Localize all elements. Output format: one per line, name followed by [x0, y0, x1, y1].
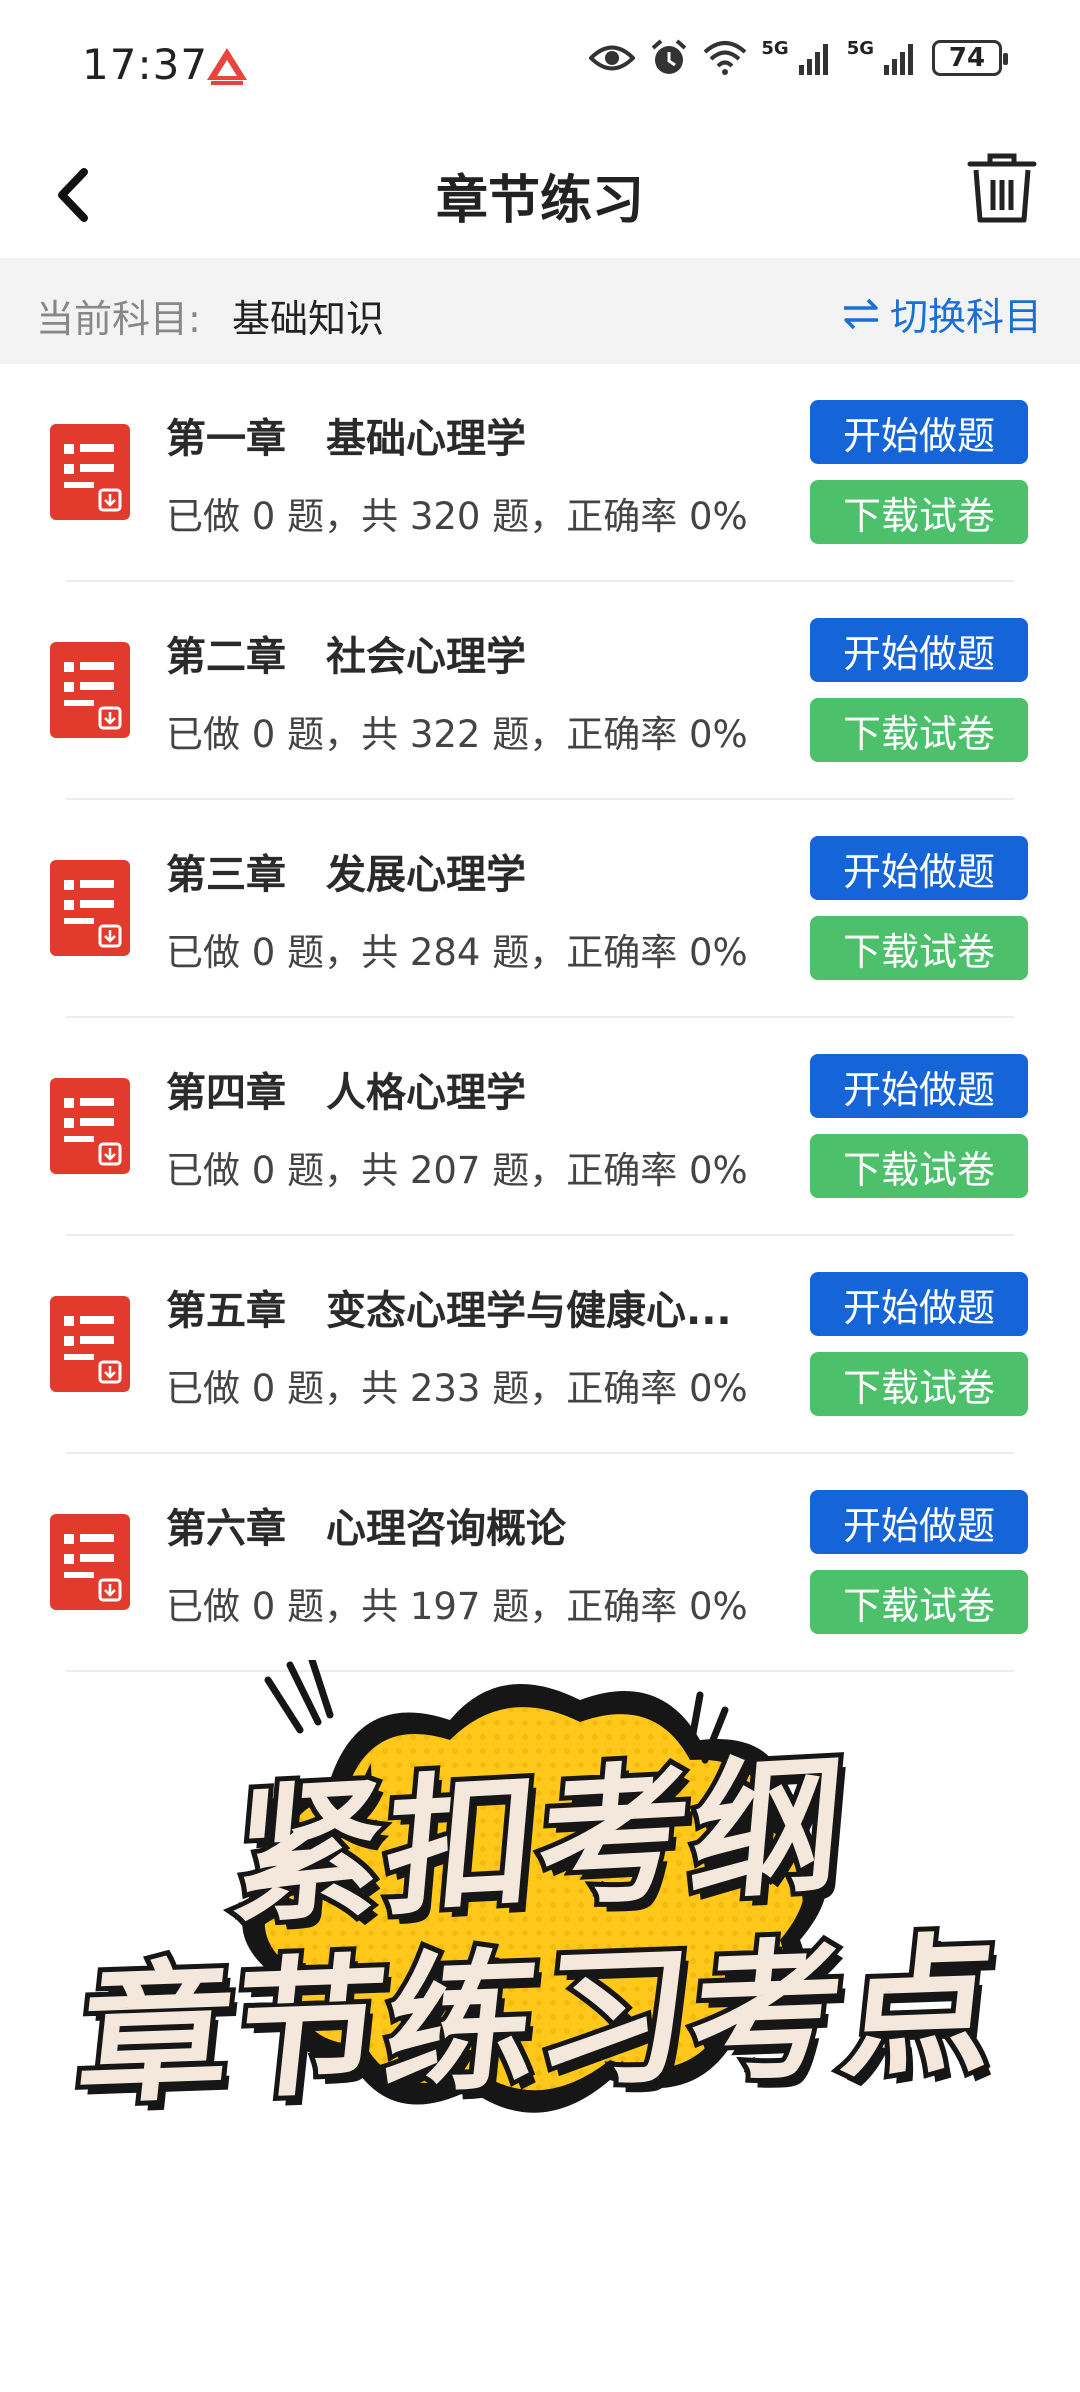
chapter-title: 第六章 心理咨询概论 — [166, 1506, 566, 1552]
chapter-stats: 已做 0 题，共 197 题，正确率 0% — [166, 1585, 748, 1628]
chapter-stats: 已做 0 题，共 320 题，正确率 0% — [166, 495, 748, 538]
status-time: 17:37 — [82, 40, 209, 89]
list-item[interactable]: 第六章 心理咨询概论 已做 0 题，共 197 题，正确率 0% 开始做题 下载… — [0, 1454, 1080, 1672]
chapter-title: 第四章 人格心理学 — [166, 1070, 526, 1116]
download-paper-button[interactable]: 下载试卷 — [810, 1134, 1028, 1198]
download-paper-button[interactable]: 下载试卷 — [810, 480, 1028, 544]
page-title: 章节练习 — [435, 171, 644, 231]
signal-icon — [798, 44, 828, 75]
download-paper-button[interactable]: 下载试卷 — [810, 698, 1028, 762]
start-practice-button[interactable]: 开始做题 — [810, 618, 1028, 682]
subject-value: 基础知识 — [232, 297, 385, 341]
subject-bar: 当前科目: 基础知识 切换科目 — [0, 258, 1080, 364]
network-type-1: 5G — [761, 37, 789, 59]
document-icon — [50, 642, 130, 738]
eye-icon — [589, 45, 636, 71]
network-type-2: 5G — [846, 37, 874, 59]
chapter-title: 第二章 社会心理学 — [166, 634, 526, 680]
start-practice-button[interactable]: 开始做题 — [810, 1054, 1028, 1118]
chapter-stats: 已做 0 题，共 233 题，正确率 0% — [166, 1367, 748, 1410]
list-item[interactable]: 第四章 人格心理学 已做 0 题，共 207 题，正确率 0% 开始做题 下载试… — [0, 1018, 1080, 1236]
list-item[interactable]: 第一章 基础心理学 已做 0 题，共 320 题，正确率 0% 开始做题 下载试… — [0, 364, 1080, 582]
app-logo-icon — [207, 48, 247, 85]
download-paper-button[interactable]: 下载试卷 — [810, 916, 1028, 980]
chapter-stats: 已做 0 题，共 322 题，正确率 0% — [166, 713, 748, 756]
document-icon — [50, 1078, 130, 1174]
status-bar: 17:37 5G 5G 74 — [0, 0, 1080, 130]
document-icon — [50, 860, 130, 956]
app-header: 章节练习 — [0, 130, 1080, 258]
switch-subject-label: 切换科目 — [889, 295, 1042, 339]
chapter-title: 第五章 变态心理学与健康心... — [166, 1288, 732, 1334]
battery-indicator: 74 — [932, 40, 1008, 76]
list-item[interactable]: 第三章 发展心理学 已做 0 题，共 284 题，正确率 0% 开始做题 下载试… — [0, 800, 1080, 1018]
chapter-title: 第一章 基础心理学 — [166, 416, 526, 462]
download-paper-button[interactable]: 下载试卷 — [810, 1570, 1028, 1634]
alarm-icon — [652, 39, 687, 74]
signal-icon — [884, 44, 913, 75]
swap-icon — [843, 298, 878, 329]
subject-label: 当前科目: — [36, 297, 201, 341]
document-icon — [50, 1514, 130, 1610]
document-icon — [50, 424, 130, 520]
promo-subheadline: 章节练习考点 — [66, 1914, 1010, 2130]
list-item[interactable]: 第二章 社会心理学 已做 0 题，共 322 题，正确率 0% 开始做题 下载试… — [0, 582, 1080, 800]
wifi-icon — [704, 41, 747, 75]
switch-subject-button[interactable]: 切换科目 — [842, 286, 1042, 341]
list-item[interactable]: 第五章 变态心理学与健康心... 已做 0 题，共 233 题，正确率 0% 开… — [0, 1236, 1080, 1454]
start-practice-button[interactable]: 开始做题 — [810, 836, 1028, 900]
chapter-title: 第三章 发展心理学 — [166, 852, 526, 898]
start-practice-button[interactable]: 开始做题 — [810, 400, 1028, 464]
document-icon — [50, 1296, 130, 1392]
chapter-list: 第一章 基础心理学 已做 0 题，共 320 题，正确率 0% 开始做题 下载试… — [0, 364, 1080, 1672]
chapter-stats: 已做 0 题，共 284 题，正确率 0% — [166, 931, 748, 974]
chapter-stats: 已做 0 题，共 207 题，正确率 0% — [166, 1149, 748, 1192]
download-paper-button[interactable]: 下载试卷 — [810, 1352, 1028, 1416]
promo-banner: 紧扣考纲 章节练习考点 — [0, 1660, 1080, 2140]
start-practice-button[interactable]: 开始做题 — [810, 1490, 1028, 1554]
trash-icon[interactable] — [962, 148, 1042, 228]
start-practice-button[interactable]: 开始做题 — [810, 1272, 1028, 1336]
